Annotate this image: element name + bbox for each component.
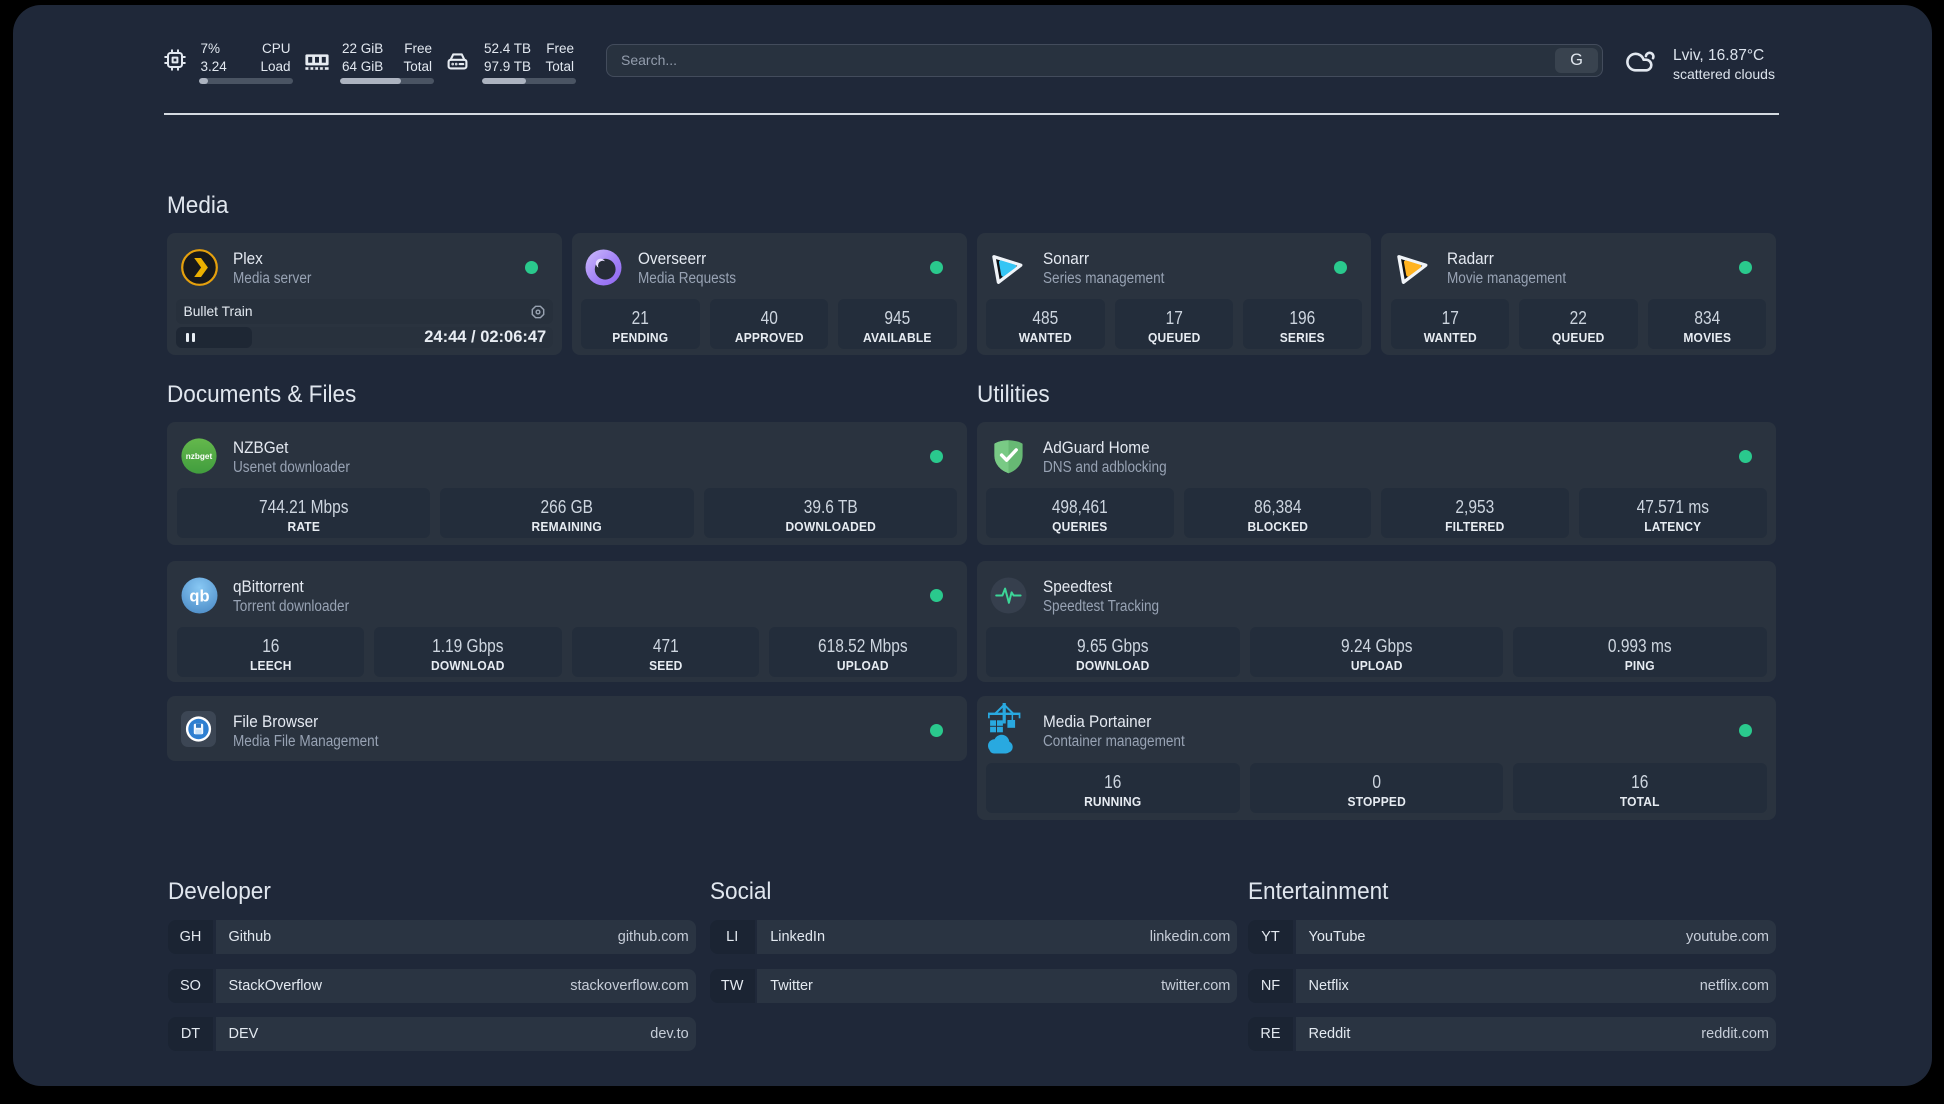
svg-text:qb: qb	[189, 587, 209, 605]
svg-text:nzbget: nzbget	[186, 452, 213, 461]
